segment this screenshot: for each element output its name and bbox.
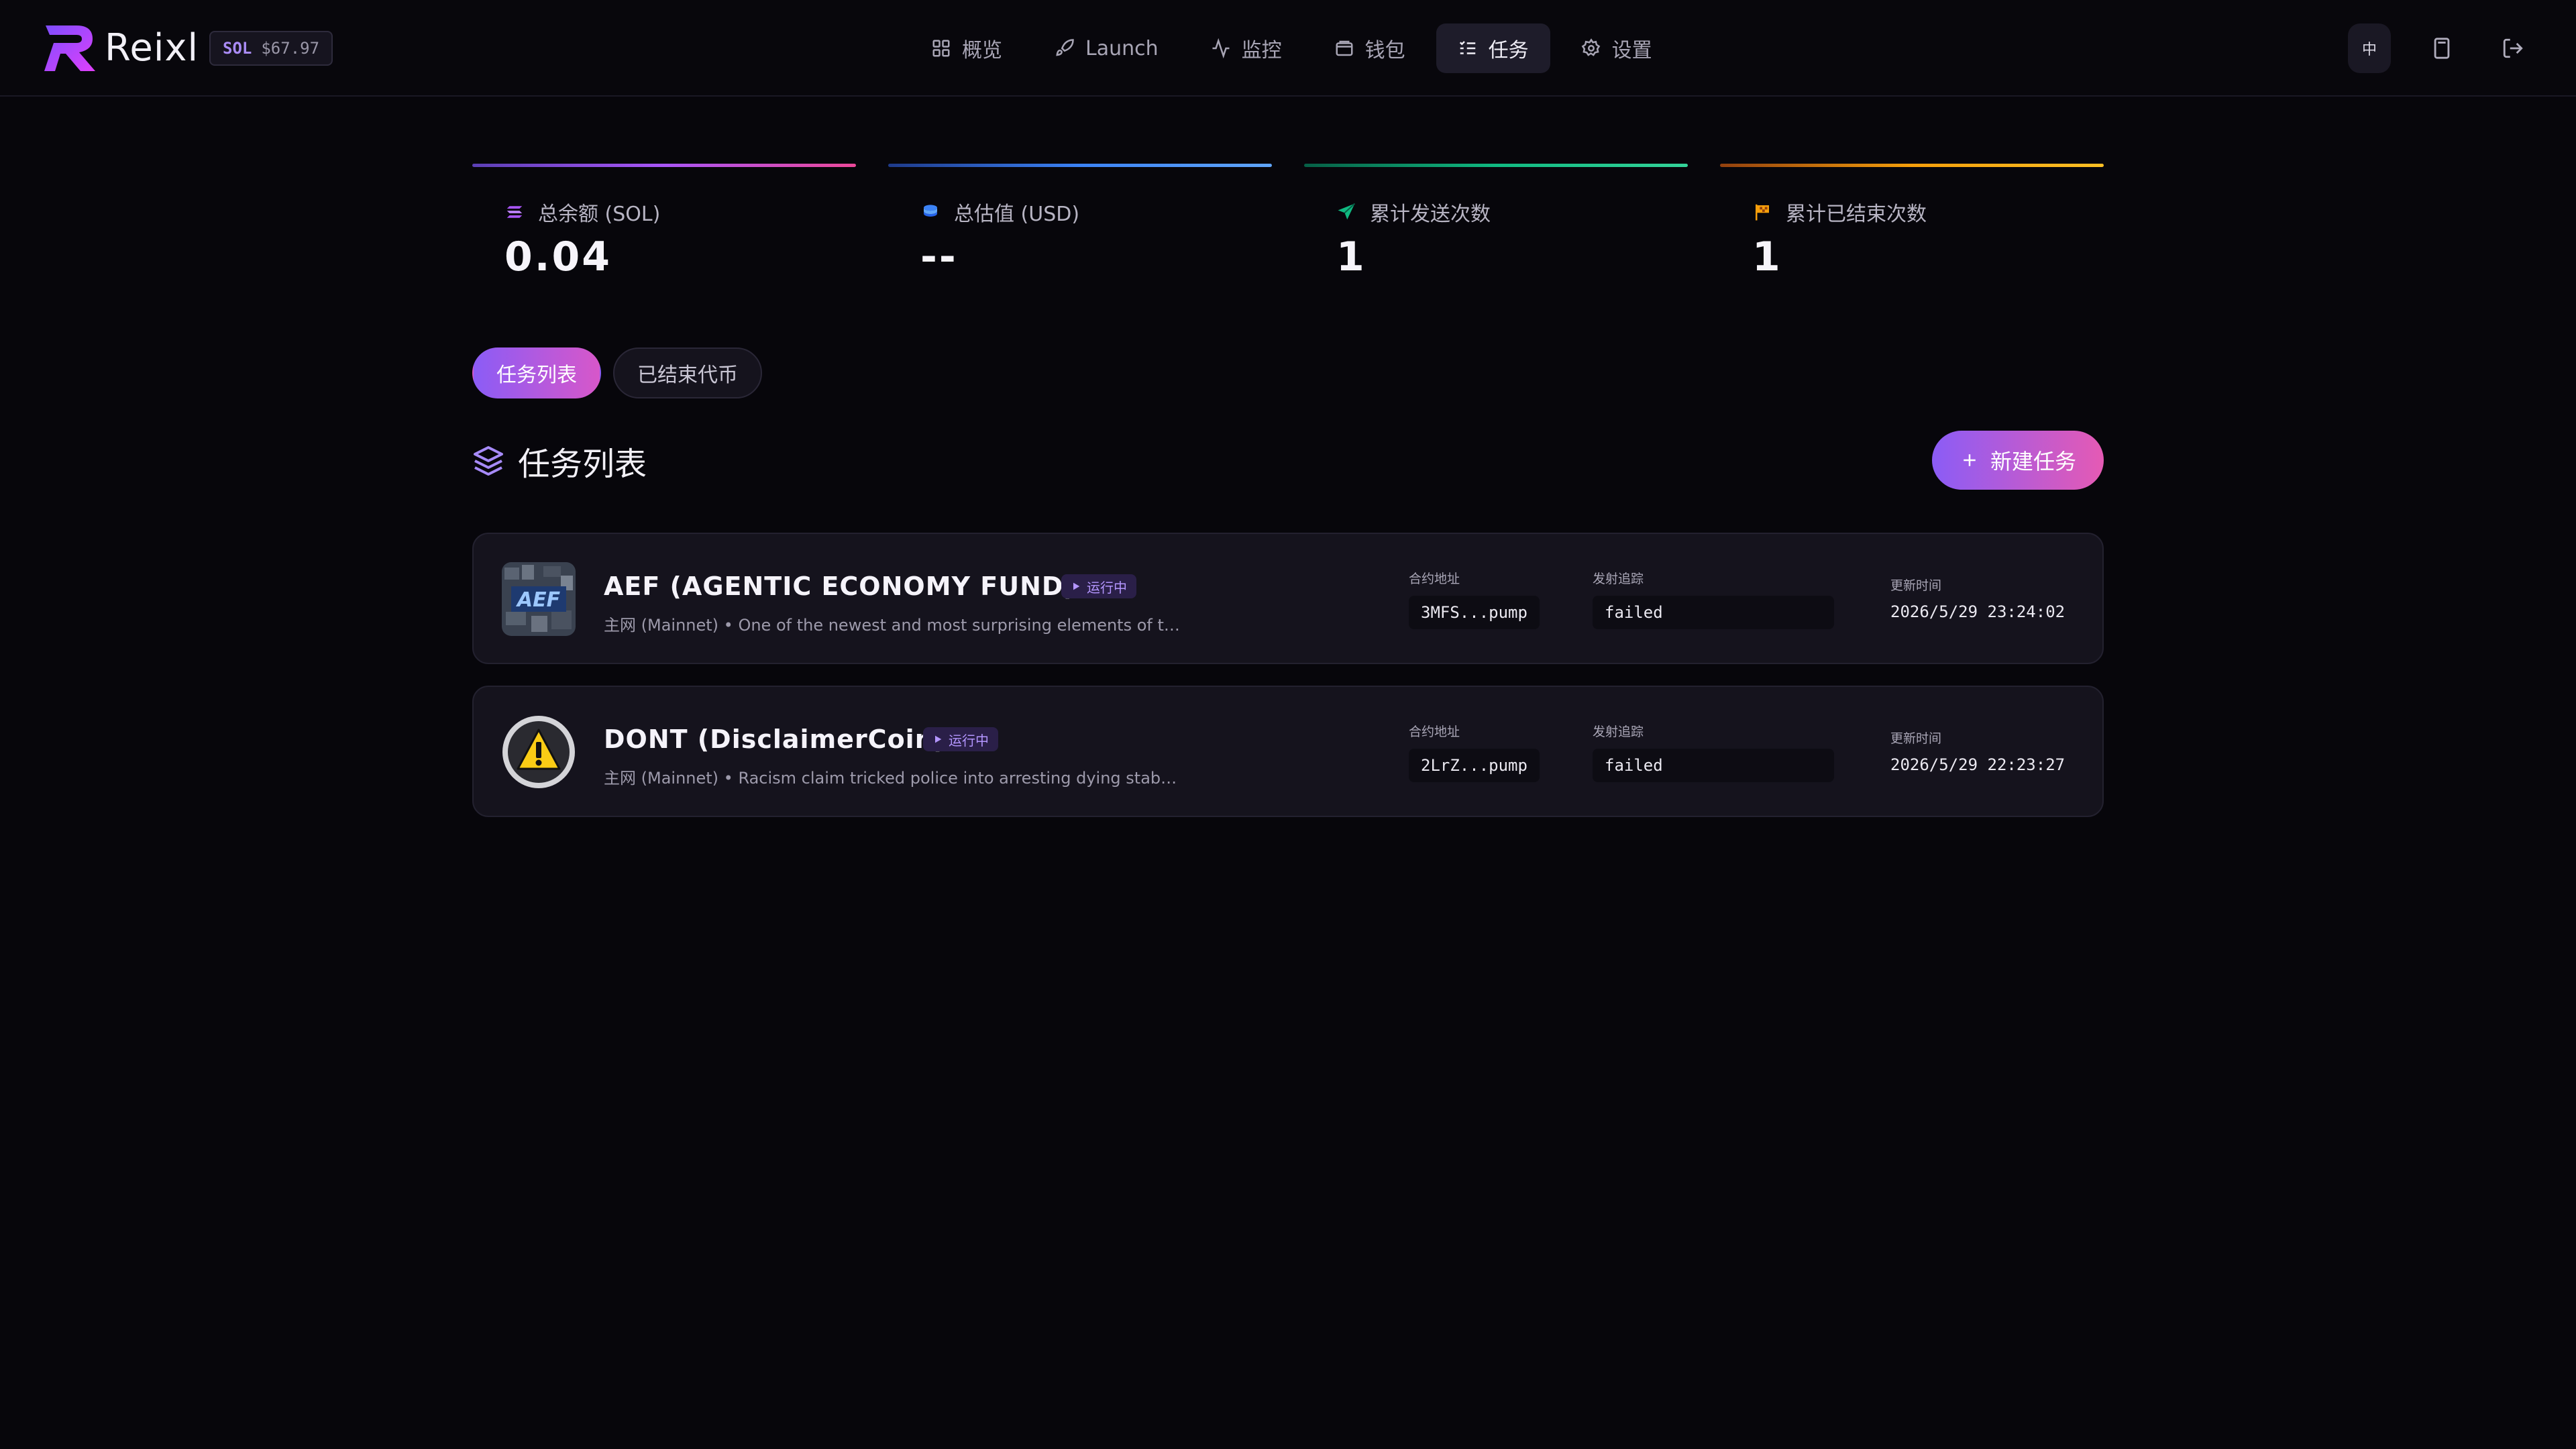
status-badge: 运行中	[923, 727, 998, 751]
task-card[interactable]: AEF AEF (AGENTIC ECONOMY FUND) 运行中 主网 (M…	[472, 533, 2104, 664]
nav-overview[interactable]: 概览	[910, 23, 1024, 73]
trace-status: failed	[1593, 749, 1834, 782]
calculator-icon	[2434, 38, 2450, 59]
stats-row: 总余额 (SOL) 0.04 总估值 (USD) -- 累计发送次数 1 累计已…	[472, 164, 2104, 291]
stat-label-text: 累计发送次数	[1370, 203, 1491, 226]
reixl-logo-icon	[44, 25, 95, 71]
stat-label: 总余额 (SOL)	[504, 197, 660, 227]
stat-total-value: 总估值 (USD) --	[888, 164, 1272, 291]
update-time-label: 更新时间	[1890, 731, 1942, 746]
plus-icon	[1964, 454, 1976, 466]
stat-total-sent: 累计发送次数 1	[1304, 164, 1688, 291]
stat-total-balance: 总余额 (SOL) 0.04	[472, 164, 856, 291]
calculator-button[interactable]	[2422, 23, 2462, 73]
play-icon	[1073, 582, 1080, 590]
activity-icon	[1212, 38, 1230, 58]
nav-settings[interactable]: 设置	[1560, 23, 1674, 73]
grid-icon	[932, 40, 950, 57]
status-badge-text: 运行中	[1087, 579, 1127, 596]
nav-tasks-label: 任务	[1488, 39, 1529, 62]
warning-sign-icon	[502, 716, 575, 788]
update-time: 2026/5/29 22:23:27	[1890, 755, 2065, 774]
stat-accent-bar	[1720, 164, 2104, 167]
stat-accent-bar	[888, 164, 1272, 167]
wallet-icon	[1336, 40, 1353, 56]
status-badge: 运行中	[1061, 574, 1136, 598]
stat-label-text: 总估值 (USD)	[954, 203, 1080, 226]
task-token-name: DONT (DisclaimerCoin)	[604, 724, 947, 754]
contract-address[interactable]: 2LrZ...pump	[1409, 749, 1540, 782]
stat-label: 累计发送次数	[1336, 197, 1491, 227]
send-icon	[1338, 203, 1356, 220]
solana-icon	[506, 206, 523, 218]
sol-symbol: SOL	[223, 39, 252, 58]
brand-logo[interactable]: Reixl	[43, 23, 199, 72]
trace-status: failed	[1593, 596, 1834, 629]
stat-label-text: 总余额 (SOL)	[538, 203, 661, 226]
new-task-label: 新建任务	[1990, 449, 2076, 474]
main-nav: 概览 Launch 监控 钱包 任务 设置	[910, 23, 1674, 73]
brand-name: Reixl	[105, 25, 199, 70]
tab-task-list[interactable]: 任务列表	[472, 347, 601, 398]
stat-total-ended: 累计已结束次数 1	[1720, 164, 2104, 291]
stat-value: 0.04	[504, 233, 612, 280]
page-title: 任务列表	[518, 445, 647, 483]
token-avatar: AEF	[502, 562, 576, 636]
status-badge-text: 运行中	[949, 732, 989, 749]
task-token-name: AEF (AGENTIC ECONOMY FUND)	[604, 572, 1076, 601]
nav-monitor[interactable]: 监控	[1189, 23, 1303, 73]
logout-button[interactable]	[2493, 23, 2533, 73]
rocket-icon	[1056, 39, 1074, 56]
flag-icon	[1756, 204, 1769, 221]
coins-icon	[924, 205, 937, 217]
svg-text:AEF: AEF	[516, 588, 561, 612]
stat-label: 累计已结束次数	[1752, 197, 1927, 227]
new-task-button[interactable]: 新建任务	[1932, 431, 2104, 490]
contract-label: 合约地址	[1409, 572, 1460, 586]
tab-ended-tokens[interactable]: 已结束代币	[613, 347, 762, 398]
stat-accent-bar	[1304, 164, 1688, 167]
token-avatar	[502, 715, 576, 789]
play-icon	[935, 735, 942, 743]
header-actions: 中	[2348, 23, 2533, 73]
layers-icon	[474, 446, 503, 476]
logout-icon	[2503, 38, 2523, 58]
section-header: 任务列表	[472, 437, 647, 484]
trace-label: 发射追踪	[1593, 572, 1644, 586]
nav-settings-label: 设置	[1611, 39, 1652, 62]
task-tabs: 任务列表 已结束代币	[472, 347, 762, 398]
nav-wallet[interactable]: 钱包	[1313, 23, 1427, 73]
stat-label: 总估值 (USD)	[920, 197, 1079, 227]
update-time-label: 更新时间	[1890, 578, 1942, 593]
nav-monitor-label: 监控	[1241, 39, 1282, 62]
nav-launch[interactable]: Launch	[1033, 23, 1180, 73]
language-toggle[interactable]: 中	[2348, 23, 2391, 73]
aef-token-image-icon: AEF	[502, 562, 576, 636]
gear-icon	[1581, 38, 1600, 56]
contract-label: 合约地址	[1409, 724, 1460, 739]
stat-label-text: 累计已结束次数	[1786, 203, 1927, 226]
nav-wallet-label: 钱包	[1364, 39, 1405, 62]
nav-overview-label: 概览	[962, 39, 1002, 62]
sol-price: $67.97	[261, 39, 320, 58]
task-description: 主网 (Mainnet) • Racism claim tricked poli…	[604, 769, 1181, 788]
task-card[interactable]: DONT (DisclaimerCoin) 运行中 主网 (Mainnet) •…	[472, 686, 2104, 817]
trace-label: 发射追踪	[1593, 724, 1644, 739]
stat-accent-bar	[472, 164, 856, 167]
list-check-icon	[1459, 41, 1475, 54]
sol-price-badge: SOL $67.97	[209, 31, 333, 66]
contract-address[interactable]: 3MFS...pump	[1409, 596, 1540, 629]
update-time: 2026/5/29 23:24:02	[1890, 602, 2065, 621]
stat-value: 1	[1752, 233, 1782, 280]
nav-tasks[interactable]: 任务	[1436, 23, 1550, 73]
stat-value: --	[920, 233, 958, 280]
nav-launch-label: Launch	[1085, 36, 1159, 60]
stat-value: 1	[1336, 233, 1366, 280]
task-description: 主网 (Mainnet) • One of the newest and mos…	[604, 616, 1181, 635]
top-header: Reixl SOL $67.97 概览 Launch 监控 钱包 任务 设置 中	[0, 0, 2576, 97]
